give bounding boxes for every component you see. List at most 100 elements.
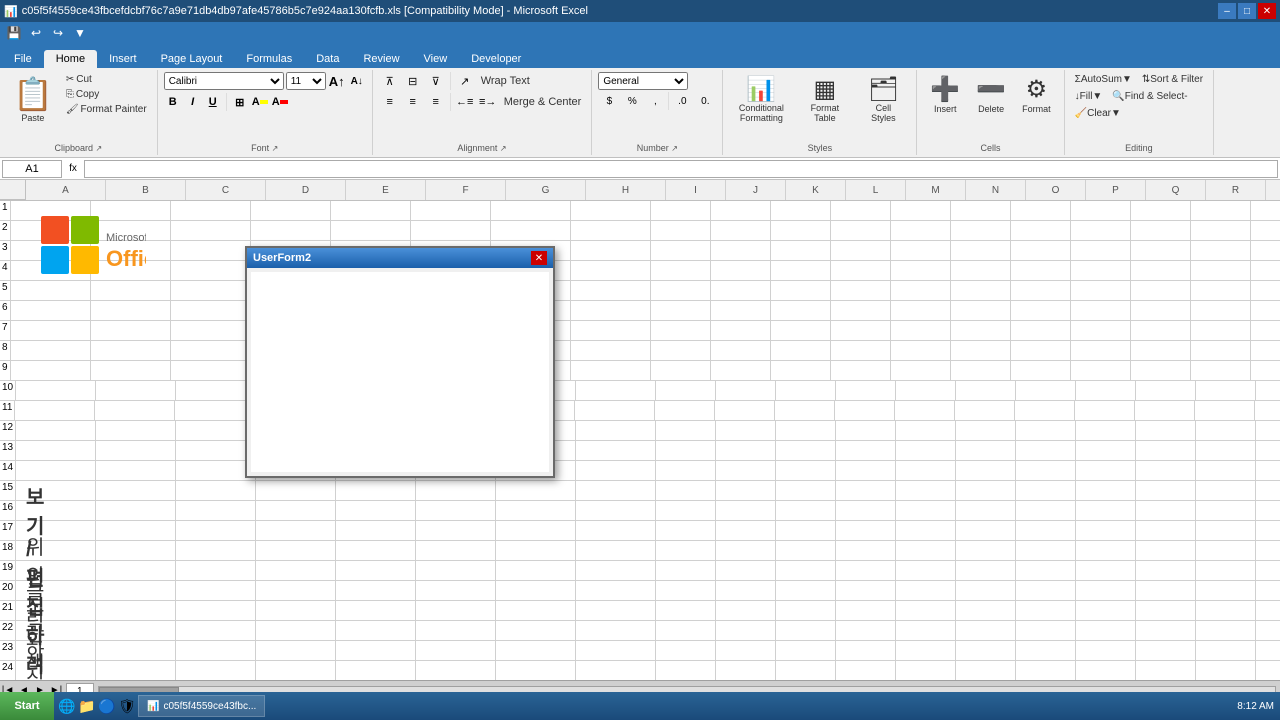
cell-K18[interactable] — [776, 541, 836, 561]
cell-H17[interactable] — [576, 521, 656, 541]
col-header-p[interactable]: P — [1086, 180, 1146, 200]
cell-A5[interactable] — [11, 281, 91, 301]
cell-N12[interactable] — [956, 421, 1016, 441]
col-header-b[interactable]: B — [106, 180, 186, 200]
cell-Q13[interactable] — [1136, 441, 1196, 461]
cell-M2[interactable] — [891, 221, 951, 241]
cell-E19[interactable] — [336, 561, 416, 581]
tab-data[interactable]: Data — [304, 50, 351, 68]
cell-R5[interactable] — [1191, 281, 1251, 301]
cell-J23[interactable] — [716, 641, 776, 661]
col-header-a[interactable]: A — [26, 180, 106, 200]
cell-L21[interactable] — [836, 601, 896, 621]
cell-I6[interactable] — [651, 301, 711, 321]
cell-K11[interactable] — [775, 401, 835, 421]
cell-G19[interactable] — [496, 561, 576, 581]
col-header-c[interactable]: C — [186, 180, 266, 200]
cell-L17[interactable] — [836, 521, 896, 541]
cell-D19[interactable] — [256, 561, 336, 581]
cell-R15[interactable] — [1196, 481, 1256, 501]
cell-F23[interactable] — [416, 641, 496, 661]
undo-qat-button[interactable]: ↩ — [26, 24, 46, 42]
cell-O10[interactable] — [1016, 381, 1076, 401]
cell-H13[interactable] — [576, 441, 656, 461]
cell-O11[interactable] — [1015, 401, 1075, 421]
cell-S14[interactable] — [1256, 461, 1280, 481]
autosum-button[interactable]: Σ AutoSum ▼ — [1071, 72, 1136, 87]
cell-P19[interactable] — [1076, 561, 1136, 581]
cell-A21[interactable] — [16, 601, 96, 621]
cell-M1[interactable] — [891, 201, 951, 221]
cell-P18[interactable] — [1076, 541, 1136, 561]
cell-C4[interactable] — [171, 261, 251, 281]
cell-P16[interactable] — [1076, 501, 1136, 521]
cell-D20[interactable] — [256, 581, 336, 601]
cell-H20[interactable] — [576, 581, 656, 601]
cell-A18[interactable] — [16, 541, 96, 561]
cell-S7[interactable] — [1251, 321, 1280, 341]
col-header-d[interactable]: D — [266, 180, 346, 200]
cell-E23[interactable] — [336, 641, 416, 661]
cell-J1[interactable] — [711, 201, 771, 221]
cell-N18[interactable] — [956, 541, 1016, 561]
cell-L6[interactable] — [831, 301, 891, 321]
cell-M3[interactable] — [891, 241, 951, 261]
cell-H4[interactable] — [571, 261, 651, 281]
cell-R17[interactable] — [1196, 521, 1256, 541]
cell-H19[interactable] — [576, 561, 656, 581]
comma-button[interactable]: , — [644, 92, 666, 110]
cell-Q12[interactable] — [1136, 421, 1196, 441]
cell-F16[interactable] — [416, 501, 496, 521]
cell-O12[interactable] — [1016, 421, 1076, 441]
sort-filter-button[interactable]: ⇅ Sort & Filter — [1138, 72, 1207, 87]
cell-P24[interactable] — [1076, 661, 1136, 680]
number-format-select[interactable]: General — [598, 72, 688, 90]
cell-K9[interactable] — [771, 361, 831, 381]
cell-F22[interactable] — [416, 621, 496, 641]
cell-A16[interactable] — [16, 501, 96, 521]
cell-B21[interactable] — [96, 601, 176, 621]
decrease-decimal-button[interactable]: 0. — [694, 92, 716, 110]
cell-Q22[interactable] — [1136, 621, 1196, 641]
col-header-i[interactable]: I — [666, 180, 726, 200]
cell-O22[interactable] — [1016, 621, 1076, 641]
cell-B5[interactable] — [91, 281, 171, 301]
align-middle-button[interactable]: ⊟ — [402, 72, 424, 90]
cell-M21[interactable] — [896, 601, 956, 621]
copy-button[interactable]: ⎘ Copy — [62, 87, 151, 102]
tab-file[interactable]: File — [2, 50, 44, 68]
cell-O8[interactable] — [1011, 341, 1071, 361]
cell-L8[interactable] — [831, 341, 891, 361]
cell-N2[interactable] — [951, 221, 1011, 241]
cell-C2[interactable] — [171, 221, 251, 241]
cell-G18[interactable] — [496, 541, 576, 561]
format-button[interactable]: ⚙ Format — [1015, 72, 1058, 117]
cell-N19[interactable] — [956, 561, 1016, 581]
cell-R10[interactable] — [1196, 381, 1256, 401]
tab-review[interactable]: Review — [351, 50, 411, 68]
cell-A13[interactable] — [16, 441, 96, 461]
cell-Q7[interactable] — [1131, 321, 1191, 341]
cell-P8[interactable] — [1071, 341, 1131, 361]
cell-G24[interactable] — [496, 661, 576, 680]
cell-B13[interactable] — [96, 441, 176, 461]
cell-J15[interactable] — [716, 481, 776, 501]
cell-A15[interactable] — [16, 481, 96, 501]
cell-A19[interactable] — [16, 561, 96, 581]
close-button[interactable]: ✕ — [1258, 3, 1276, 19]
cell-B4[interactable] — [91, 261, 171, 281]
increase-font-button[interactable]: A↑ — [328, 72, 346, 90]
merge-center-button[interactable]: Merge & Center — [500, 93, 586, 111]
cell-Q10[interactable] — [1136, 381, 1196, 401]
cell-N14[interactable] — [956, 461, 1016, 481]
cell-G2[interactable] — [491, 221, 571, 241]
cell-Q23[interactable] — [1136, 641, 1196, 661]
cell-E1[interactable] — [331, 201, 411, 221]
cell-C15[interactable] — [176, 481, 256, 501]
cell-N1[interactable] — [951, 201, 1011, 221]
cell-B15[interactable] — [96, 481, 176, 501]
maximize-button[interactable]: □ — [1238, 3, 1256, 19]
fill-color-button[interactable]: A — [251, 93, 269, 111]
cell-L4[interactable] — [831, 261, 891, 281]
col-header-j[interactable]: J — [726, 180, 786, 200]
